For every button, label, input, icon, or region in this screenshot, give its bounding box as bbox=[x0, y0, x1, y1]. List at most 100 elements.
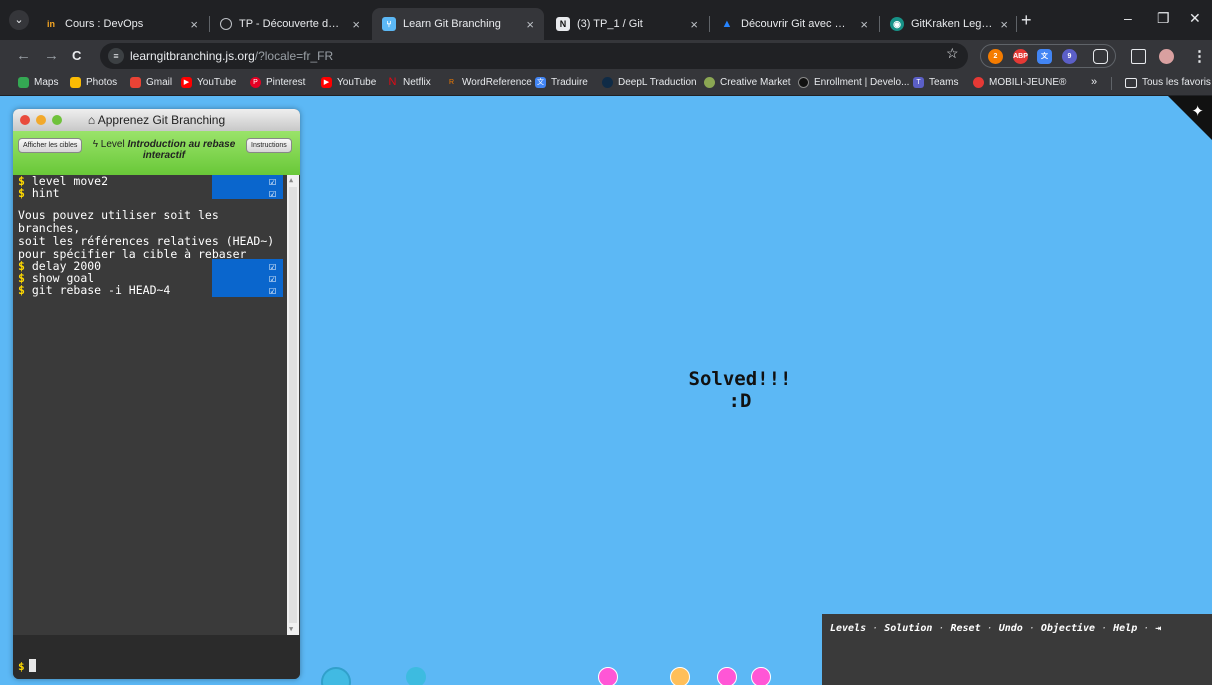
bookmark-creative-market[interactable]: Creative Market bbox=[704, 77, 791, 88]
bookmark-netflix[interactable]: N Netflix bbox=[387, 76, 431, 89]
close-tab-icon[interactable]: × bbox=[690, 17, 698, 32]
solved-face: :D bbox=[728, 390, 752, 412]
commit-node[interactable] bbox=[751, 667, 771, 685]
restore-button[interactable]: ❐ bbox=[1157, 10, 1170, 27]
command-input[interactable]: $ bbox=[13, 635, 300, 679]
profile-avatar-icon[interactable] bbox=[1159, 49, 1174, 64]
terminal-output: $ level move2 ☑ $ hint ☑ Vous pouvez uti… bbox=[13, 175, 300, 635]
show-goals-button[interactable]: Afficher les cibles bbox=[18, 138, 83, 153]
close-tab-icon[interactable]: × bbox=[1000, 17, 1008, 32]
extensions-puzzle-icon[interactable] bbox=[1093, 49, 1108, 64]
menu-kebab-icon[interactable]: ⋮ bbox=[1192, 47, 1207, 65]
all-bookmarks-folder[interactable]: Tous les favoris bbox=[1125, 77, 1211, 88]
commit-node[interactable] bbox=[321, 667, 351, 685]
bookmark-wordreference[interactable]: R WordReference bbox=[446, 77, 532, 88]
new-tab-button[interactable]: + bbox=[1021, 11, 1032, 29]
teams-icon: T bbox=[913, 77, 924, 88]
instructions-button[interactable]: Instructions bbox=[246, 138, 292, 153]
gmail-icon bbox=[130, 77, 141, 88]
globe-icon bbox=[220, 18, 232, 30]
help-link[interactable]: Help bbox=[1113, 623, 1137, 634]
close-tab-icon[interactable]: × bbox=[860, 17, 868, 32]
maximize-dot-icon[interactable] bbox=[52, 115, 62, 125]
bookmark-youtube-2[interactable]: ▶ YouTube bbox=[321, 77, 376, 88]
bookmarks-bar: Maps Photos Gmail ▶ YouTube P Pinterest ▶ Y… bbox=[0, 72, 1212, 96]
bookmark-gmail[interactable]: Gmail bbox=[130, 77, 172, 88]
undo-link[interactable]: Undo bbox=[999, 623, 1023, 634]
side-panel-icon[interactable] bbox=[1131, 49, 1146, 64]
tab-search-button[interactable]: ⌄ bbox=[9, 10, 29, 30]
bolt-icon: ϟ bbox=[92, 139, 101, 150]
exit-icon[interactable]: ⇥ bbox=[1155, 623, 1161, 634]
commit-node[interactable] bbox=[598, 667, 618, 685]
translate-icon: 文 bbox=[535, 77, 546, 88]
minimize-dot-icon[interactable] bbox=[36, 115, 46, 125]
tab-tp1-git[interactable]: N (3) TP_1 / Git × bbox=[546, 8, 708, 40]
translate-extension-icon[interactable]: 文 bbox=[1037, 49, 1052, 64]
tab-title: Découvrir Git avec Bitbucket bbox=[741, 18, 853, 30]
back-button[interactable]: ← bbox=[16, 47, 31, 64]
tab-bitbucket[interactable]: ▲ Découvrir Git avec Bitbucket × bbox=[710, 8, 878, 40]
close-tab-icon[interactable]: × bbox=[190, 17, 198, 32]
page-canvas: ✦ ⌂ Apprenez Git Branching Afficher les … bbox=[0, 96, 1212, 685]
levels-link[interactable]: Levels bbox=[830, 623, 866, 634]
bookmark-teams[interactable]: T Teams bbox=[913, 77, 958, 88]
terminal-scrollbar[interactable]: ▲ ▼ bbox=[287, 175, 299, 635]
bookmark-pinterest[interactable]: P Pinterest bbox=[250, 77, 305, 88]
bottom-menu: Levels · Solution · Reset · Undo · Objec… bbox=[822, 614, 1212, 685]
commit-node[interactable] bbox=[406, 667, 426, 685]
separator: · bbox=[986, 623, 993, 634]
bookmark-label: DeepL Traduction bbox=[618, 77, 697, 88]
browser-toolbar: ← → C ≡ learngitbranching.js.org/?locale… bbox=[0, 40, 1212, 72]
close-tab-icon[interactable]: × bbox=[526, 17, 534, 32]
close-dot-icon[interactable] bbox=[20, 115, 30, 125]
bookmark-label: YouTube bbox=[337, 77, 377, 88]
bookmark-label: Maps bbox=[34, 77, 59, 88]
url-text[interactable]: learngitbranching.js.org/?locale=fr_FR bbox=[130, 49, 333, 63]
reset-link[interactable]: Reset bbox=[950, 623, 980, 634]
bookmark-enrollment[interactable]: Enrollment | Develo... bbox=[798, 77, 909, 88]
adblock-icon[interactable]: ABP bbox=[1013, 49, 1028, 64]
level-name: Introduction au rebase interactif bbox=[127, 139, 236, 161]
close-window-button[interactable]: ✕ bbox=[1189, 10, 1201, 27]
url-host: learngitbranching.js.org bbox=[130, 49, 255, 63]
scroll-down-icon[interactable]: ▼ bbox=[289, 625, 293, 633]
forward-button[interactable]: → bbox=[44, 47, 59, 64]
extension-badge-icon[interactable]: 2 bbox=[988, 49, 1003, 64]
commit-node[interactable] bbox=[717, 667, 737, 685]
bookmark-youtube[interactable]: ▶ YouTube bbox=[181, 77, 236, 88]
gitkraken-icon: ◉ bbox=[890, 17, 904, 31]
reload-button[interactable]: C bbox=[72, 48, 81, 63]
bookmark-label: Traduire bbox=[551, 77, 588, 88]
minimize-button[interactable]: – bbox=[1124, 10, 1132, 26]
extension-badge-icon[interactable]: 9 bbox=[1062, 49, 1077, 64]
tab-learn-git-branching[interactable]: ⑂ Learn Git Branching × bbox=[372, 8, 544, 40]
bookmarks-overflow-button[interactable]: » bbox=[1091, 76, 1097, 88]
pinterest-icon: P bbox=[250, 77, 261, 88]
bookmark-deepl[interactable]: DeepL Traduction bbox=[602, 77, 697, 88]
level-title: ϟ Level Introduction au rebase interacti… bbox=[89, 139, 239, 161]
netflix-icon: N bbox=[388, 76, 397, 88]
github-corner[interactable] bbox=[1168, 96, 1212, 140]
solution-link[interactable]: Solution bbox=[884, 623, 932, 634]
tab-cours-devops[interactable]: in Cours : DevOps × bbox=[34, 8, 208, 40]
scroll-up-icon[interactable]: ▲ bbox=[289, 176, 293, 184]
tab-strip: ⌄ in Cours : DevOps × TP - Découverte de… bbox=[0, 0, 1212, 40]
bookmark-label: Enrollment | Develo... bbox=[814, 77, 910, 88]
tab-gitkraken[interactable]: ◉ GitKraken Legendary Git Too × bbox=[880, 8, 1018, 40]
level-toolbar: Afficher les cibles ϟ Level Introduction… bbox=[13, 131, 300, 175]
scrollbar-thumb[interactable] bbox=[289, 187, 297, 623]
tab-tp-decouverte-git[interactable]: TP - Découverte de Git × bbox=[210, 8, 370, 40]
commit-node[interactable] bbox=[670, 667, 690, 685]
close-tab-icon[interactable]: × bbox=[352, 17, 360, 32]
objective-link[interactable]: Objective bbox=[1041, 623, 1095, 634]
tab-title: Learn Git Branching bbox=[403, 18, 501, 30]
bookmark-photos[interactable]: Photos bbox=[70, 77, 117, 88]
tune-icon[interactable]: ≡ bbox=[108, 48, 124, 64]
separator: · bbox=[1028, 623, 1035, 634]
address-bar[interactable]: ≡ learngitbranching.js.org/?locale=fr_FR bbox=[100, 43, 968, 69]
bookmark-maps[interactable]: Maps bbox=[18, 77, 58, 88]
bookmark-star-icon[interactable]: ☆ bbox=[946, 45, 959, 62]
bookmark-mobili-jeune[interactable]: MOBILI-JEUNE® bbox=[973, 77, 1066, 88]
bookmark-traduire[interactable]: 文 Traduire bbox=[535, 77, 588, 88]
